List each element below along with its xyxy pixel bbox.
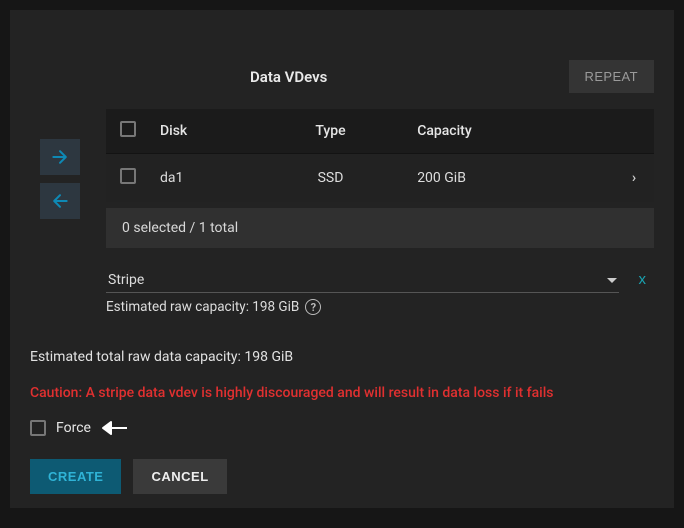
select-all-checkbox[interactable] bbox=[120, 121, 136, 137]
force-row: Force bbox=[30, 419, 654, 437]
action-buttons: CREATE CANCEL bbox=[30, 459, 654, 494]
vdev-panel: Data VDevs REPEAT Disk bbox=[10, 10, 674, 508]
pointer-arrow-icon bbox=[101, 419, 129, 437]
expand-row-button[interactable]: › bbox=[614, 154, 654, 203]
panel-title: Data VDevs bbox=[250, 68, 327, 86]
help-icon[interactable]: ? bbox=[305, 299, 321, 315]
cell-disk: da1 bbox=[150, 154, 268, 203]
cancel-button[interactable]: CANCEL bbox=[133, 459, 226, 494]
table-wrap: Disk Type Capacity da1 SSD 200 GiB › bbox=[106, 109, 654, 315]
layout-select-value: Stripe bbox=[108, 272, 144, 288]
layout-select[interactable]: Stripe bbox=[106, 266, 619, 293]
move-left-button[interactable] bbox=[40, 183, 80, 219]
main-row: Disk Type Capacity da1 SSD 200 GiB › bbox=[30, 109, 654, 315]
chevron-right-icon: › bbox=[632, 170, 636, 186]
remove-vdev-button[interactable]: x bbox=[631, 271, 655, 288]
transfer-arrows bbox=[30, 139, 90, 315]
caution-message: Caution: A stripe data vdev is highly di… bbox=[30, 385, 654, 401]
move-right-button[interactable] bbox=[40, 139, 80, 175]
col-type: Type bbox=[268, 109, 393, 154]
cell-capacity: 200 GiB bbox=[393, 154, 614, 203]
arrow-right-icon bbox=[50, 147, 70, 167]
force-checkbox[interactable] bbox=[30, 420, 46, 436]
estimated-total-capacity: Estimated total raw data capacity: 198 G… bbox=[30, 349, 654, 365]
force-label: Force bbox=[56, 420, 91, 436]
cell-type: SSD bbox=[268, 154, 393, 203]
chevron-down-icon bbox=[607, 278, 617, 283]
arrow-left-icon bbox=[50, 191, 70, 211]
disk-table: Disk Type Capacity da1 SSD 200 GiB › bbox=[106, 109, 654, 202]
create-button[interactable]: CREATE bbox=[30, 459, 121, 494]
est-raw-text: Estimated raw capacity: 198 GiB bbox=[106, 299, 299, 315]
table-header-row: Disk Type Capacity bbox=[106, 109, 654, 154]
estimated-raw-capacity: Estimated raw capacity: 198 GiB ? bbox=[106, 299, 654, 315]
row-checkbox[interactable] bbox=[120, 168, 136, 184]
selection-status: 0 selected / 1 total bbox=[106, 208, 654, 248]
header-row: Data VDevs REPEAT bbox=[30, 60, 654, 93]
layout-row: Stripe x bbox=[106, 266, 654, 293]
col-capacity: Capacity bbox=[393, 109, 614, 154]
col-disk: Disk bbox=[150, 109, 268, 154]
table-row[interactable]: da1 SSD 200 GiB › bbox=[106, 154, 654, 203]
repeat-button[interactable]: REPEAT bbox=[569, 60, 654, 93]
